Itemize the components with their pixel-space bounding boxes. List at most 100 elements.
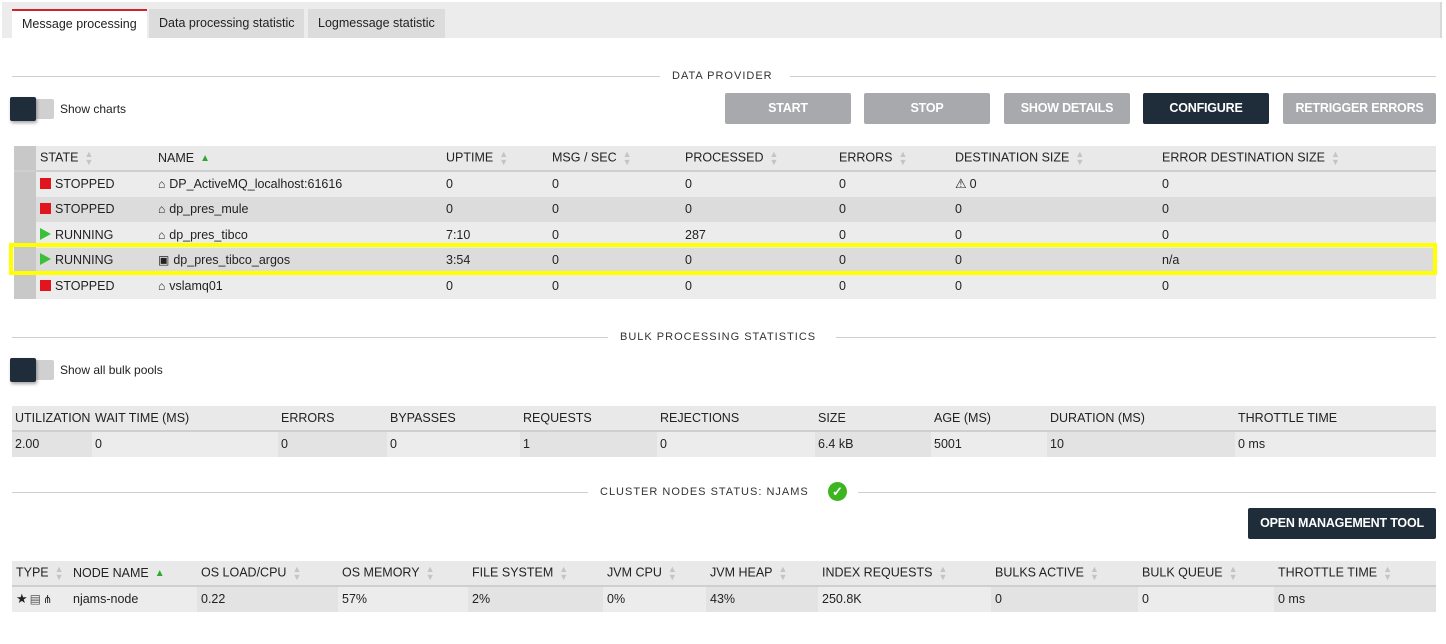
- row-select-cell[interactable]: [14, 247, 36, 273]
- throttle-time-cell: 0 ms: [1274, 586, 1436, 612]
- column-header-name[interactable]: NAME ▲: [154, 146, 442, 172]
- column-header-jvm-heap[interactable]: JVM HEAP ▲ ▼: [706, 561, 818, 587]
- sort-icon: ▲ ▼: [1383, 564, 1393, 582]
- show-all-bulk-pools-toggle[interactable]: [10, 358, 56, 382]
- name-cell: ▣ dp_pres_tibco_argos: [154, 247, 442, 273]
- sort-icon: ▲ ▼: [54, 564, 64, 582]
- destination-size-cell: 0: [951, 222, 1158, 248]
- column-header-throttle-time[interactable]: THROTTLE TIME ▲ ▼: [1274, 561, 1436, 587]
- row-select-cell[interactable]: [14, 222, 36, 248]
- play-icon: [40, 253, 51, 266]
- show-details-button[interactable]: SHOW DETAILS: [1004, 93, 1130, 124]
- column-header-bypasses: BYPASSES: [387, 406, 520, 432]
- column-header-type[interactable]: TYPE ▲ ▼: [12, 561, 69, 587]
- column-header-age: AGE (MS): [931, 406, 1047, 432]
- sort-ascending-icon: ▲: [154, 567, 165, 579]
- row-select-cell[interactable]: [14, 196, 36, 222]
- sort-icon: ▲ ▼: [425, 564, 435, 582]
- home-icon: ⌂: [158, 202, 166, 217]
- start-button[interactable]: START: [725, 93, 851, 124]
- tab-message-processing[interactable]: Message processing: [12, 9, 147, 38]
- table-row[interactable]: STOPPED ⌂ dp_pres_mule 0 0 0 0 0 0: [14, 196, 1436, 222]
- state-cell: RUNNING: [36, 222, 154, 248]
- destination-size-cell: ⚠ 0: [951, 171, 1158, 197]
- star-icon: ★: [16, 591, 28, 607]
- row-select-cell[interactable]: [14, 171, 36, 197]
- bypasses-cell: 0: [387, 431, 520, 457]
- cluster-divider: CLUSTER NODES STATUS: NJAMS: [12, 485, 1436, 499]
- sort-icon: ▲ ▼: [499, 149, 509, 167]
- home-icon: ⌂: [158, 278, 166, 293]
- errors-cell: 0: [835, 273, 951, 299]
- sort-icon: ▲ ▼: [898, 149, 908, 167]
- home-icon: ⌂: [158, 177, 166, 192]
- configure-button[interactable]: CONFIGURE: [1143, 93, 1269, 124]
- uptime-cell: 0: [442, 273, 548, 299]
- column-header-uptime[interactable]: UPTIME ▲ ▼: [442, 146, 548, 172]
- column-header-bulk-queue[interactable]: BULK QUEUE ▲ ▼: [1138, 561, 1274, 587]
- crop-icon: ⋔: [43, 594, 53, 607]
- column-header-file-system[interactable]: FILE SYSTEM ▲ ▼: [468, 561, 603, 587]
- sort-icon: ▲ ▼: [84, 149, 94, 167]
- destination-size-cell: 0: [951, 247, 1158, 273]
- sort-ascending-icon: ▲: [200, 152, 211, 164]
- column-header-msg-sec[interactable]: MSG / SEC ▲ ▼: [548, 146, 681, 172]
- column-header-os-memory[interactable]: OS MEMORY ▲ ▼: [338, 561, 468, 587]
- column-header-destination-size[interactable]: DESTINATION SIZE ▲ ▼: [951, 146, 1158, 172]
- show-charts-toggle[interactable]: [10, 97, 56, 121]
- select-all-cell[interactable]: [14, 146, 36, 172]
- rejections-cell: 0: [657, 431, 815, 457]
- type-cell: ★ ▤ ⋔: [12, 586, 69, 612]
- msg-sec-cell: 0: [548, 273, 681, 299]
- column-header-node-name[interactable]: NODE NAME ▲: [69, 561, 197, 587]
- table-row[interactable]: RUNNING ⌂ dp_pres_tibco 7:10 0 287 0 0 0: [14, 222, 1436, 248]
- column-header-index-requests[interactable]: INDEX REQUESTS ▲ ▼: [818, 561, 991, 587]
- bulk-queue-cell: 0: [1138, 586, 1274, 612]
- stop-button[interactable]: STOP: [864, 93, 990, 124]
- cluster-nodes-table: TYPE ▲ ▼ NODE NAME ▲ OS LOAD/CPU ▲ ▼ OS MEMOR…: [12, 561, 1436, 612]
- column-header-state[interactable]: STATE ▲ ▼: [36, 146, 154, 172]
- os-memory-cell: 57%: [338, 586, 468, 612]
- node-name-cell: njams-node: [69, 586, 197, 612]
- column-header-duration: DURATION (MS): [1047, 406, 1235, 432]
- index-requests-cell: 250.8K: [818, 586, 991, 612]
- uptime-cell: 0: [442, 196, 548, 222]
- sort-icon: ▲ ▼: [769, 149, 779, 167]
- processed-cell: 0: [681, 196, 835, 222]
- table-header-row: STATE ▲ ▼ NAME ▲ UPTIME ▲ ▼ MSG / SEC ▲ ▼ PROCE…: [14, 146, 1436, 172]
- column-header-requests: REQUESTS: [520, 406, 657, 432]
- column-header-wait-time: WAIT TIME (MS): [92, 406, 278, 432]
- destination-size-cell: 0: [951, 273, 1158, 299]
- throttle-time-cell: 0 ms: [1235, 431, 1436, 457]
- table-row[interactable]: STOPPED ⌂ vslamq01 0 0 0 0 0 0: [14, 273, 1436, 299]
- processed-cell: 287: [681, 222, 835, 248]
- stop-square-icon: [40, 178, 51, 190]
- hdd-icon: ▤: [29, 592, 41, 607]
- row-select-cell[interactable]: [14, 273, 36, 299]
- home-icon: ⌂: [158, 227, 166, 242]
- table-row-highlighted[interactable]: RUNNING ▣ dp_pres_tibco_argos 3:54 0 0 0 …: [14, 247, 1436, 273]
- table-row[interactable]: STOPPED ⌂ DP_ActiveMQ_localhost:61616 0 0…: [14, 171, 1436, 197]
- column-header-processed[interactable]: PROCESSED ▲ ▼: [681, 146, 835, 172]
- retrigger-errors-button[interactable]: RETRIGGER ERRORS: [1283, 93, 1436, 124]
- column-header-bulks-active[interactable]: BULKS ACTIVE ▲ ▼: [991, 561, 1138, 587]
- bulk-stats-table: UTILIZATION WAIT TIME (MS) ERRORS BYPASS…: [12, 406, 1436, 457]
- column-header-jvm-cpu[interactable]: JVM CPU ▲ ▼: [603, 561, 706, 587]
- tab-logmessage-statistic[interactable]: Logmessage statistic: [308, 9, 445, 38]
- column-header-error-destination-size[interactable]: ERROR DESTINATION SIZE ▲ ▼: [1158, 146, 1436, 172]
- processed-cell: 0: [681, 273, 835, 299]
- tab-data-processing-statistic[interactable]: Data processing statistic: [149, 9, 305, 38]
- errors-cell: 0: [835, 196, 951, 222]
- column-header-errors[interactable]: ERRORS ▲ ▼: [835, 146, 951, 172]
- age-cell: 5001: [931, 431, 1047, 457]
- uptime-cell: 7:10: [442, 222, 548, 248]
- column-header-os-load[interactable]: OS LOAD/CPU ▲ ▼: [197, 561, 338, 587]
- error-destination-size-cell: n/a: [1158, 247, 1436, 273]
- check-circle-icon: ✓: [828, 482, 847, 501]
- sort-icon: ▲ ▼: [667, 564, 677, 582]
- size-cell: 6.4 kB: [815, 431, 931, 457]
- duration-cell: 10: [1047, 431, 1235, 457]
- open-management-tool-button[interactable]: OPEN MANAGEMENT TOOL: [1248, 508, 1436, 539]
- table-row[interactable]: ★ ▤ ⋔ njams-node 0.22 57% 2% 0% 43% 250.8K…: [12, 586, 1436, 612]
- sort-icon: ▲ ▼: [559, 564, 569, 582]
